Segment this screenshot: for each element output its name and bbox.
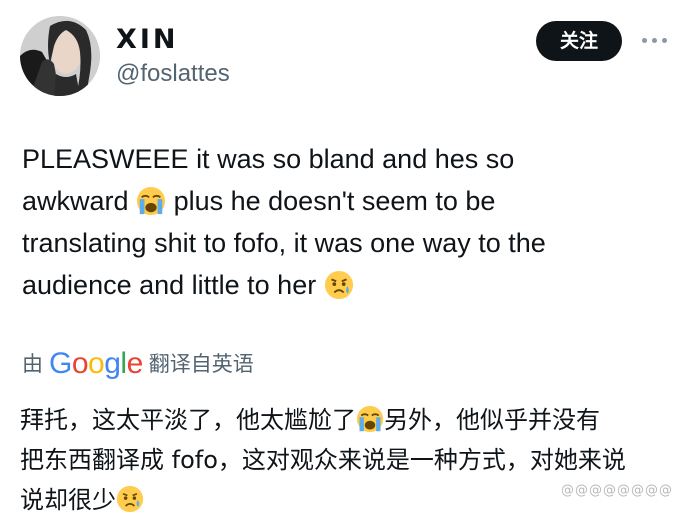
tweet-text-line: audience and little to her [22,270,317,300]
google-logo-letter: G [49,347,72,380]
translated-text-line: 另外，他似乎并没有 [384,406,600,434]
google-logo-letter: o [88,347,105,380]
google-logo-letter: o [71,347,89,380]
tweet-text-line: translating shit to fofo, it was one way… [22,228,546,258]
sad-but-relieved-face-emoji [324,270,353,300]
translated-text-line: 把东西翻译成 fofo，这对观众来说是一种方式，对她来说 [20,446,626,474]
google-logo-letter: g [104,347,121,380]
translation-attribution: 由 Google 翻译自英语 [22,344,254,384]
display-name[interactable]: XIN [116,24,178,56]
user-handle[interactable]: @foslattes [116,60,230,88]
translated-tweet-text: 拜托，这太平淡了，他太尴尬了 另外，他似乎并没有把东西翻译成 fofo，这对观众来… [20,400,680,520]
loudly-crying-face-emoji [356,405,384,433]
avatar[interactable] [20,16,100,96]
translated-text-line: 拜托，这太平淡了，他太尴尬了 [20,406,356,434]
tweet-text: PLEASWEEE it was so bland and hes so awkw… [22,138,672,306]
follow-button[interactable]: 关注 [536,21,622,61]
loudly-crying-face-emoji [137,186,166,216]
tweet-text-line: PLEASWEEE it was so bland and hes so [22,144,515,174]
translated-text-line: 说却很少 [20,486,116,514]
tweet-header: XIN @foslattes 关注 [0,0,690,110]
more-horizontal-icon[interactable] [640,30,670,50]
google-logo-text: Google [49,347,143,380]
google-logo-letter: e [126,347,144,380]
translate-post-link[interactable]: 翻译自英语 [149,352,254,376]
tweet-text-line: plus he doesn't seem to be [173,186,496,216]
google-logo: Google [49,344,143,384]
tweet-text-line: awkward [22,186,129,216]
watermark: @@@@@@@@ [561,483,673,498]
sad-but-relieved-face-emoji [116,485,144,513]
translation-prefix: 由 [22,352,43,376]
